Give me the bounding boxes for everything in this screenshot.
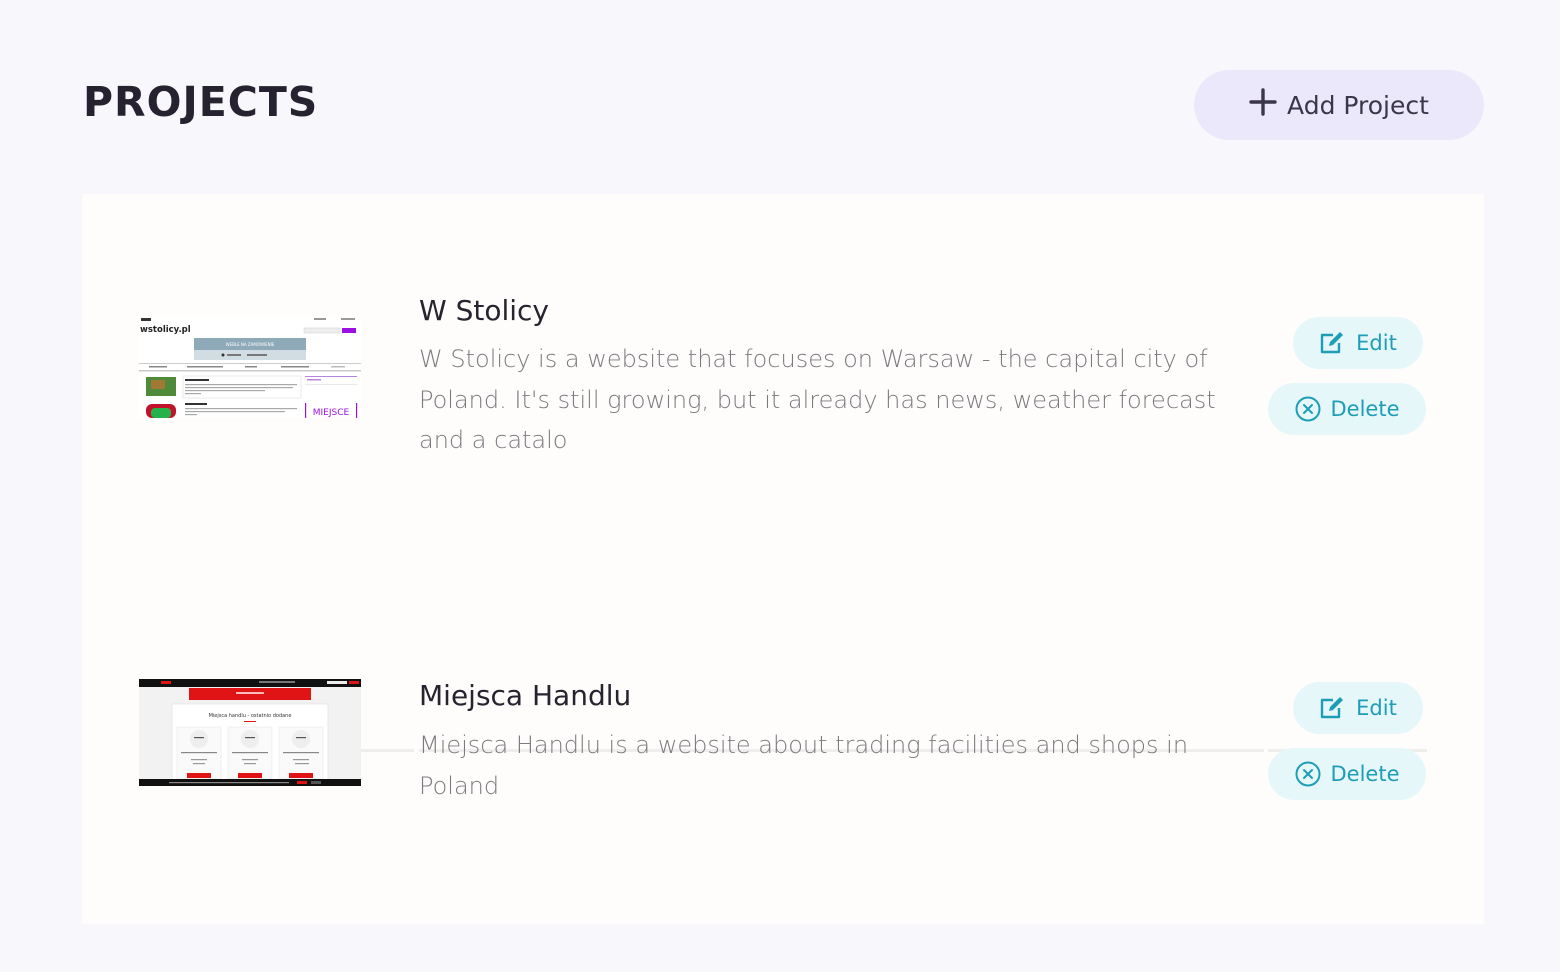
add-project-button[interactable]: Add Project	[1194, 70, 1484, 140]
thumb-banner: WEBLE NA ZAMÓWIENIE	[226, 342, 275, 347]
project-thumbnail-miejsca-handlu[interactable]: Miejsca handlu - ostatnio dodane	[139, 679, 361, 786]
edit-label: Edit	[1356, 696, 1397, 720]
project-title: Miejsca Handlu	[419, 679, 632, 712]
plus-icon	[1249, 84, 1277, 122]
edit-button[interactable]: Edit	[1293, 682, 1423, 734]
delete-button[interactable]: Delete	[1268, 383, 1426, 435]
close-circle-icon	[1295, 396, 1321, 422]
project-thumbnail-wstolicy[interactable]: wstolicy.pl WEBLE NA ZAMÓWIENIE MIEJSCE	[139, 316, 361, 418]
thumb-logo: wstolicy.pl	[140, 325, 191, 335]
close-circle-icon	[1295, 761, 1321, 787]
page-title: PROJECTS	[83, 78, 319, 126]
delete-label: Delete	[1330, 397, 1400, 421]
edit-button[interactable]: Edit	[1293, 317, 1423, 369]
thumb-badge: MIEJSCE	[313, 408, 350, 418]
add-project-label: Add Project	[1287, 90, 1429, 120]
edit-label: Edit	[1356, 331, 1397, 355]
delete-button[interactable]: Delete	[1268, 748, 1426, 800]
edit-icon	[1319, 331, 1346, 355]
delete-label: Delete	[1330, 762, 1400, 786]
project-title: W Stolicy	[419, 294, 549, 327]
thumb-heading: Miejsca handlu - ostatnio dodane	[209, 713, 292, 719]
project-description: W Stolicy is a website that focuses on W…	[419, 345, 1216, 454]
projects-panel: wstolicy.pl WEBLE NA ZAMÓWIENIE MIEJSCE …	[82, 194, 1484, 924]
edit-icon	[1319, 696, 1346, 720]
project-description: Miejsca Handlu is a website about tradin…	[419, 731, 1189, 800]
